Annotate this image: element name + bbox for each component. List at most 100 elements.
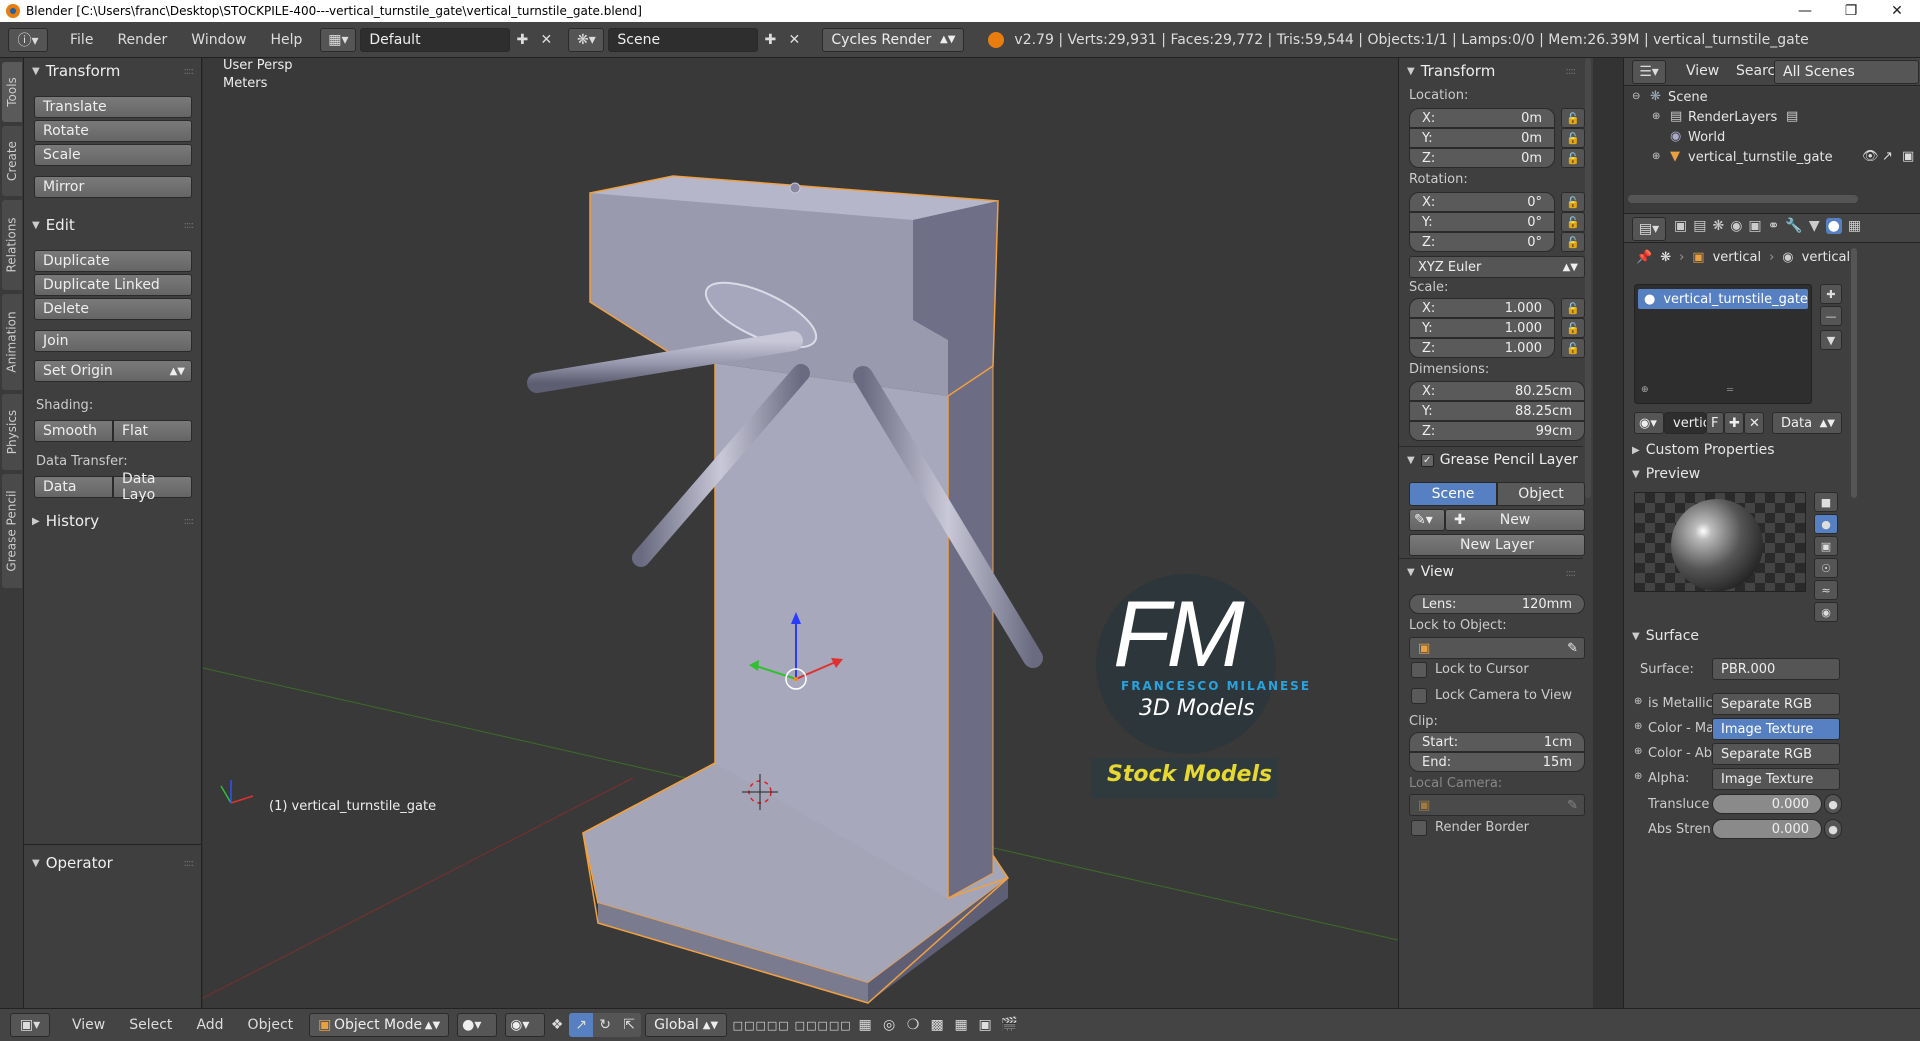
mode-dropdown[interactable]: ▣ Object Mode ▲▼ bbox=[309, 1013, 450, 1037]
add-scene-icon[interactable]: ✚ bbox=[758, 28, 782, 52]
scale-x-field[interactable]: X: 1.000 bbox=[1409, 298, 1555, 318]
gp-new-button[interactable]: ✚ New bbox=[1445, 509, 1585, 531]
tab-create[interactable]: Create bbox=[2, 126, 22, 196]
dimension-z-field[interactable]: Z: 99cm bbox=[1409, 421, 1585, 441]
selectable-cursor-icon[interactable]: ↗ bbox=[1882, 149, 1893, 164]
material-slot-list[interactable]: ● vertical_turnstile_gate ⊕ ═ bbox=[1634, 284, 1812, 404]
rotation-mode-dropdown[interactable]: XYZ Euler ▲▼ bbox=[1409, 256, 1585, 278]
snap-toggle-icon[interactable]: ❍ bbox=[901, 1013, 925, 1037]
remove-slot-icon[interactable]: — bbox=[1820, 306, 1842, 326]
is-metallic-input-dropdown[interactable]: Separate RGB bbox=[1712, 693, 1840, 715]
custom-properties-header[interactable]: ▶ Custom Properties bbox=[1632, 442, 1775, 458]
preview-skybox-icon[interactable]: ◉ bbox=[1814, 602, 1838, 622]
layers-grid-b[interactable]: □□□□□ bbox=[793, 1013, 853, 1037]
material-browse-icon[interactable]: ◉▾ bbox=[1634, 412, 1664, 434]
world-tab-icon[interactable]: ◉ bbox=[1730, 218, 1742, 234]
preview-cube-icon[interactable]: ▣ bbox=[1814, 536, 1838, 556]
object-expand-icon[interactable]: ⊕ bbox=[1652, 151, 1660, 162]
n-transform-header[interactable]: ▼ Transform bbox=[1407, 62, 1495, 80]
tab-physics[interactable]: Physics bbox=[2, 394, 22, 470]
lock-location-x-icon[interactable]: 🔓 bbox=[1561, 108, 1585, 128]
lock-location-z-icon[interactable]: 🔓 bbox=[1561, 148, 1585, 168]
render-preview-icon[interactable]: ▣ bbox=[973, 1013, 997, 1037]
snap-element-icon[interactable]: ▩ bbox=[925, 1013, 949, 1037]
preview-monkey-icon[interactable]: ☉ bbox=[1814, 558, 1838, 578]
color-ma-expand-icon[interactable]: ⊕ bbox=[1634, 721, 1642, 732]
lens-field[interactable]: Lens: 120mm bbox=[1409, 594, 1585, 614]
remove-scene-icon[interactable]: ✕ bbox=[782, 28, 806, 52]
minimize-button[interactable]: — bbox=[1782, 0, 1828, 22]
layers-grid-a[interactable]: □□□□□ bbox=[731, 1013, 791, 1037]
translate-manipulator-icon[interactable]: ↗ bbox=[569, 1013, 594, 1037]
3d-view-editor-icon[interactable]: ▣▾ bbox=[10, 1013, 50, 1037]
add-layout-icon[interactable]: ✚ bbox=[510, 28, 534, 52]
close-button[interactable]: ✕ bbox=[1874, 0, 1920, 22]
npanel-scrollbar[interactable] bbox=[1585, 58, 1591, 498]
tab-tools[interactable]: Tools bbox=[2, 62, 22, 122]
outliner-display-dropdown[interactable]: All Scenes bbox=[1774, 60, 1919, 84]
slot-list-resize-grip[interactable]: ═ bbox=[1727, 385, 1733, 396]
add-slot-icon[interactable]: ✚ bbox=[1820, 284, 1842, 304]
renderable-camera-icon[interactable]: ▣ bbox=[1902, 149, 1914, 164]
dimension-y-field[interactable]: Y: 88.25cm bbox=[1409, 401, 1585, 421]
pin-icon[interactable]: 📌 bbox=[1636, 250, 1652, 265]
pivot-point-dropdown[interactable]: ◉▾ bbox=[505, 1013, 546, 1037]
scale-z-field[interactable]: Z: 1.000 bbox=[1409, 338, 1555, 358]
scene-tab-icon[interactable]: ❋ bbox=[1712, 218, 1724, 234]
history-panel-header[interactable]: ▶ History bbox=[32, 512, 99, 530]
duplicate-linked-button[interactable]: Duplicate Linked bbox=[34, 274, 192, 296]
gp-scene-toggle[interactable]: Scene bbox=[1409, 482, 1497, 506]
outliner-scene-item[interactable]: Scene bbox=[1668, 90, 1708, 105]
scene-collapse-icon[interactable]: ⊖ bbox=[1632, 91, 1640, 102]
lock-scale-z-icon[interactable]: 🔓 bbox=[1561, 338, 1585, 358]
mirror-button[interactable]: Mirror bbox=[34, 176, 192, 198]
location-x-field[interactable]: X: 0m bbox=[1409, 108, 1555, 128]
view-panel-header[interactable]: ▼ View bbox=[1407, 564, 1454, 580]
gp-object-toggle[interactable]: Object bbox=[1497, 482, 1585, 506]
clip-start-field[interactable]: Start: 1cm bbox=[1409, 732, 1585, 752]
proportional-edit-icon[interactable]: ◎ bbox=[877, 1013, 901, 1037]
translucence-slider[interactable]: 0.000 bbox=[1712, 794, 1822, 814]
preview-header[interactable]: ▼ Preview bbox=[1632, 466, 1700, 482]
lock-rotation-z-icon[interactable]: 🔓 bbox=[1561, 232, 1585, 252]
abs-strength-slider[interactable]: 0.000 bbox=[1712, 819, 1822, 839]
location-z-field[interactable]: Z: 0m bbox=[1409, 148, 1555, 168]
render-border-checkbox[interactable] bbox=[1411, 820, 1427, 836]
slot-list-filter-icon[interactable]: ⊕ bbox=[1641, 385, 1649, 395]
snap-target-icon[interactable]: ▦ bbox=[949, 1013, 973, 1037]
menu-view[interactable]: View bbox=[60, 1017, 117, 1033]
color-ab-expand-icon[interactable]: ⊕ bbox=[1634, 746, 1642, 757]
gp-pencil-icon[interactable]: ✎▾ bbox=[1409, 509, 1445, 531]
menu-add[interactable]: Add bbox=[184, 1017, 235, 1033]
translucence-link-icon[interactable]: ● bbox=[1824, 794, 1842, 814]
material-fake-user-button[interactable]: F bbox=[1706, 412, 1724, 434]
lock-layers-icon[interactable]: ▦ bbox=[853, 1013, 877, 1037]
data-tab-icon[interactable]: ▼ bbox=[1809, 218, 1820, 234]
modifiers-tab-icon[interactable]: 🔧 bbox=[1785, 218, 1802, 234]
scale-button[interactable]: Scale bbox=[34, 144, 192, 166]
lock-location-y-icon[interactable]: 🔓 bbox=[1561, 128, 1585, 148]
rotation-y-field[interactable]: Y: 0° bbox=[1409, 212, 1555, 232]
rotation-z-field[interactable]: Z: 0° bbox=[1409, 232, 1555, 252]
preview-hair-icon[interactable]: ≈ bbox=[1814, 580, 1838, 600]
scale-manipulator-icon[interactable]: ⇱ bbox=[617, 1013, 642, 1037]
scene-field[interactable]: Scene bbox=[608, 27, 759, 52]
properties-editor-icon[interactable]: ▤▾ bbox=[1632, 217, 1666, 241]
menu-help[interactable]: Help bbox=[258, 32, 314, 48]
rotate-button[interactable]: Rotate bbox=[34, 120, 192, 142]
render-tab-icon[interactable]: ▣ bbox=[1674, 218, 1687, 234]
rotate-manipulator-icon[interactable]: ↻ bbox=[593, 1013, 618, 1037]
join-button[interactable]: Join bbox=[34, 330, 192, 352]
visibility-eye-icon[interactable]: 👁 bbox=[1862, 149, 1879, 164]
menu-window[interactable]: Window bbox=[179, 32, 258, 48]
material-name-field[interactable]: vertic bbox=[1664, 412, 1710, 434]
rotation-x-field[interactable]: X: 0° bbox=[1409, 192, 1555, 212]
render-layers-tab-icon[interactable]: ▤ bbox=[1693, 218, 1706, 234]
operator-panel-header[interactable]: ▼ Operator bbox=[32, 854, 113, 872]
edit-panel-header[interactable]: ▼ Edit bbox=[32, 216, 75, 234]
alpha-expand-icon[interactable]: ⊕ bbox=[1634, 771, 1642, 782]
tab-relations[interactable]: Relations bbox=[2, 200, 22, 290]
preview-sphere-icon[interactable]: ● bbox=[1814, 514, 1838, 534]
outliner-renderlayers-item[interactable]: RenderLayers bbox=[1688, 110, 1777, 125]
object-tab-icon[interactable]: ▣ bbox=[1748, 218, 1761, 234]
